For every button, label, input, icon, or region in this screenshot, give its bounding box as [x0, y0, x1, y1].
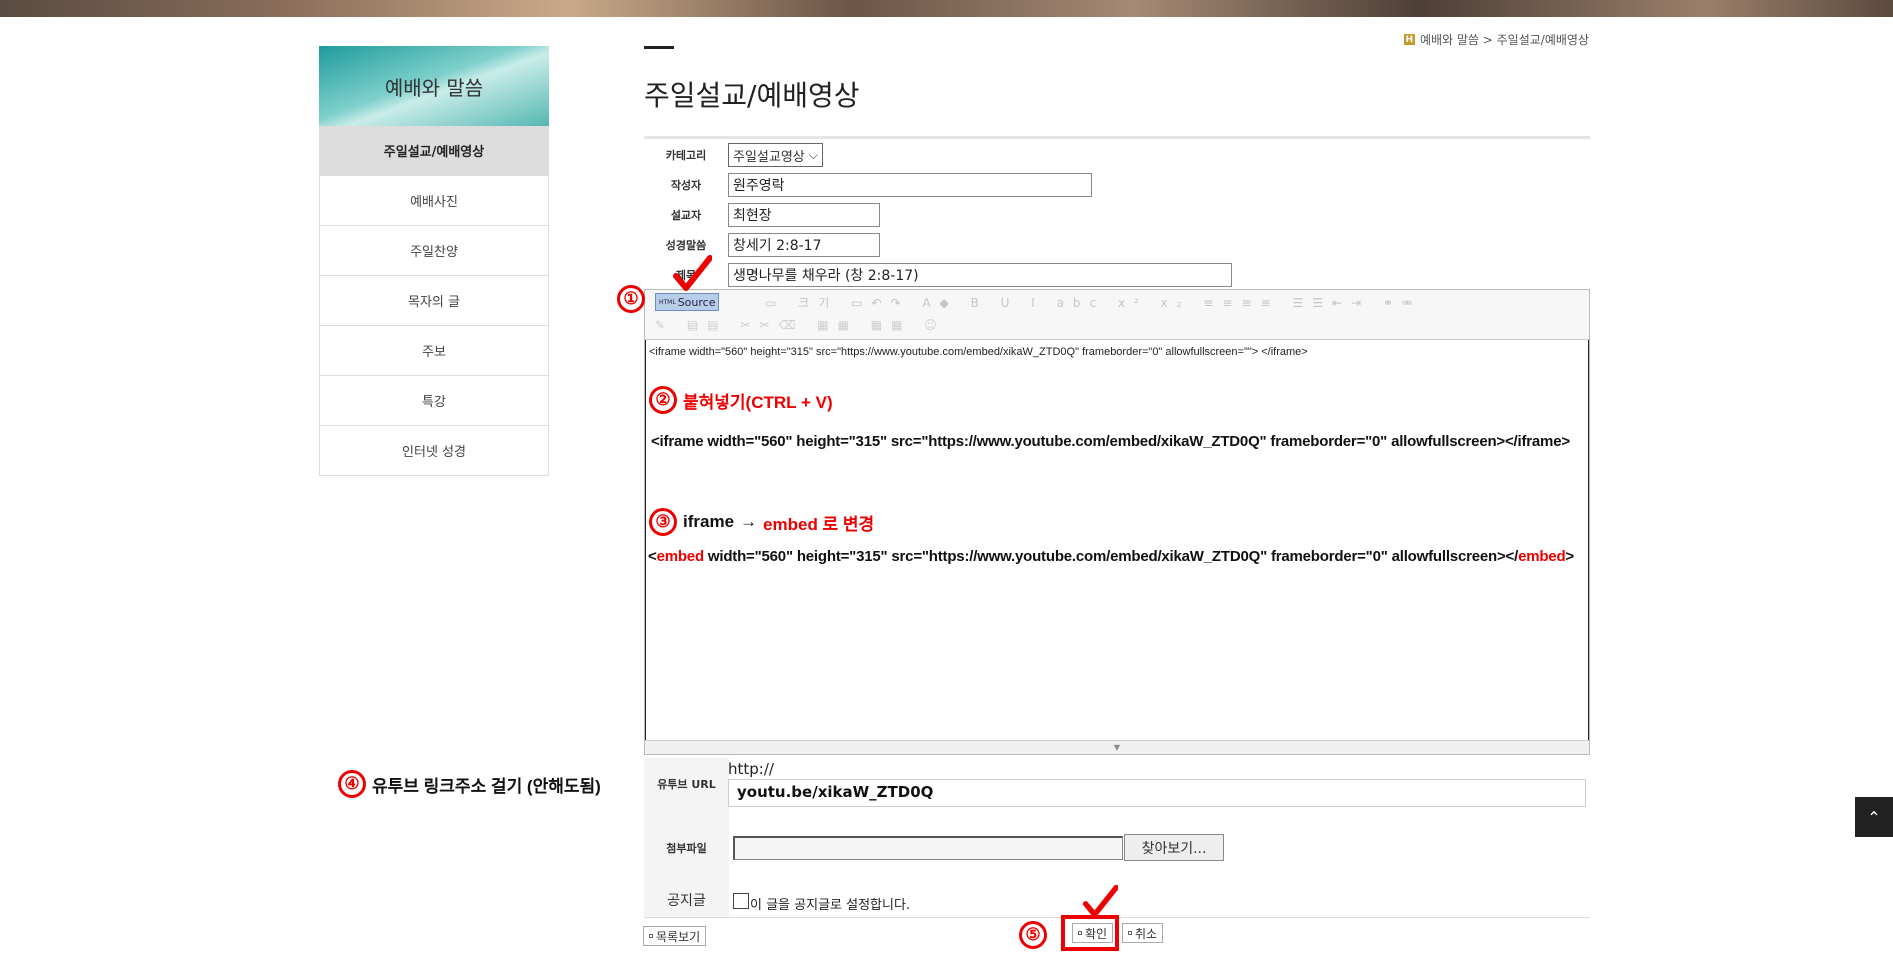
sidebar: 예배와 말씀 주일설교/예배영상 예배사진 주일찬양 목자의 글 주보 특강 인… [319, 46, 549, 476]
browse-button[interactable]: 찾아보기... [1124, 834, 1224, 861]
breadcrumb: H 예배와 말씀 > 주일설교/예배영상 [1403, 31, 1589, 48]
scripture-label: 성경말씀 [665, 239, 707, 252]
scroll-top-button[interactable]: ⌃ [1855, 797, 1893, 837]
sidebar-item-bulletin[interactable]: 주보 [320, 326, 548, 376]
cancel-button[interactable]: 취소 [1122, 923, 1164, 943]
notice-text: 이 글을 공지글로 설정합니다. [750, 898, 911, 913]
bullet-icon [649, 934, 653, 938]
step2-code: <iframe width="560" height="315" src="ht… [651, 433, 1570, 450]
annotation-step4: ④ 유투브 링크주소 걸기 (안해도됨) [338, 770, 601, 798]
preacher-row: 설교자 최현장 [644, 202, 880, 228]
checkmark-icon [673, 255, 712, 291]
chevron-up-icon: ⌃ [1867, 807, 1881, 827]
editor-resize-handle[interactable]: ▼ [645, 740, 1589, 754]
step3-code-open: < [648, 548, 657, 565]
category-label: 카테고리 [665, 149, 707, 162]
youtube-url-prefix: http:// [728, 760, 774, 778]
checkmark-icon [1082, 884, 1118, 918]
step4-text: 유투브 링크주소 걸기 (안해도됨) [372, 776, 601, 796]
step3-text-iframe: iframe [683, 512, 735, 531]
chevron-down-icon: ⌵ [808, 147, 818, 162]
step3-text-embed: embed 로 변경 [763, 514, 875, 534]
category-select[interactable]: 주일설교영상 ⌵ [728, 143, 823, 167]
youtube-url-input[interactable]: youtu.be/xikaW_ZTD0Q [728, 779, 1586, 807]
source-button-label: Source [677, 295, 716, 309]
sidebar-item-pastor-writings[interactable]: 목자의 글 [320, 276, 548, 326]
sidebar-item-online-bible[interactable]: 인터넷 성경 [320, 426, 548, 476]
page-title: 주일설교/예배영상 [644, 79, 860, 112]
title-accent-bar [644, 46, 674, 49]
sidebar-list: 주일설교/예배영상 예배사진 주일찬양 목자의 글 주보 특강 인터넷 성경 [319, 126, 549, 476]
preacher-input[interactable]: 최현장 [728, 203, 880, 227]
list-button[interactable]: 목록보기 [643, 926, 707, 946]
annotation-step5: ⑤ [1019, 921, 1047, 949]
step3-code-mid: width="560" height="315" src="https://ww… [703, 548, 1519, 565]
author-row: 작성자 원주영락 [644, 172, 1092, 198]
step1-marker: ① [617, 285, 645, 313]
toolbar-icons-row2[interactable]: ✎ ▤▤ ✂✂⌫ ▦▦ ▦▦ ☺ [655, 318, 946, 332]
step3-code-close: > [1565, 548, 1574, 565]
category-row: 카테고리 주일설교영상 ⌵ [644, 142, 823, 168]
editor-code-line: <iframe width="560" height="315" src="ht… [649, 346, 1308, 358]
step3-code-tag-open: embed [656, 548, 705, 565]
notice-label: 공지글 [667, 893, 706, 909]
step5-marker: ⑤ [1019, 921, 1047, 949]
attach-file-input[interactable] [733, 836, 1123, 860]
arrow-right-icon: → [740, 512, 758, 531]
annotation-step1: ① [617, 285, 645, 313]
step2-text: 붙혀넣기(CTRL + V) [683, 392, 833, 412]
step3-code-tag-close: embed [1518, 548, 1566, 565]
source-button[interactable]: HTML Source [655, 293, 720, 311]
annotation-step3: ③ iframe → embed 로 변경 [649, 508, 874, 536]
sidebar-item-sunday-praise[interactable]: 주일찬양 [320, 226, 548, 276]
html-icon: HTML [659, 298, 676, 306]
author-input[interactable]: 원주영락 [728, 173, 1092, 197]
bullet-icon [1128, 931, 1132, 935]
sidebar-heading: 예배와 말씀 [319, 46, 549, 126]
cancel-button-label: 취소 [1135, 926, 1158, 941]
title-divider [644, 136, 1590, 139]
list-button-label: 목록보기 [656, 929, 701, 944]
breadcrumb-path[interactable]: 예배와 말씀 > 주일설교/예배영상 [1420, 31, 1589, 48]
author-label: 작성자 [670, 179, 702, 192]
scripture-input[interactable]: 창세기 2:8-17 [728, 233, 880, 257]
annotation-step2: ② 붙혀넣기(CTRL + V) [649, 386, 833, 414]
preacher-label: 설교자 [670, 209, 702, 222]
font-size-label: 크기 [798, 296, 839, 310]
home-icon: H [1403, 34, 1415, 45]
subject-input[interactable]: 생명나무를 채우라 (창 2:8-17) [728, 263, 1232, 287]
subject-row: 제목 생명나무를 채우라 (창 2:8-17) [644, 262, 1232, 288]
top-banner-image [0, 0, 1893, 17]
editor-toolbar: HTML Source ▭ 크기 ▭↶↷ A◆ B U I abc x² x₂ … [645, 290, 1589, 340]
sidebar-item-worship-photos[interactable]: 예배사진 [320, 176, 548, 226]
ok-highlight-box [1061, 915, 1119, 951]
sidebar-item-lecture[interactable]: 특강 [320, 376, 548, 426]
step2-marker: ② [649, 386, 677, 414]
attach-label: 첨부파일 [666, 842, 707, 855]
sidebar-item-sermon-video[interactable]: 주일설교/예배영상 [320, 126, 548, 176]
notice-checkbox[interactable] [733, 893, 749, 909]
category-value: 주일설교영상 [733, 149, 805, 165]
step3-code: < embed width="560" height="315" src="ht… [648, 548, 1574, 565]
toolbar-icons-row1[interactable]: ▭ 크기 ▭↶↷ A◆ B U I abc x² x₂ ≡≡≡≡ ☰☰⇤⇥ ⚭⚮ [765, 294, 1421, 311]
step3-marker: ③ [649, 508, 677, 536]
youtube-url-label: 유투브 URL [657, 778, 716, 791]
step4-marker: ④ [338, 770, 366, 798]
